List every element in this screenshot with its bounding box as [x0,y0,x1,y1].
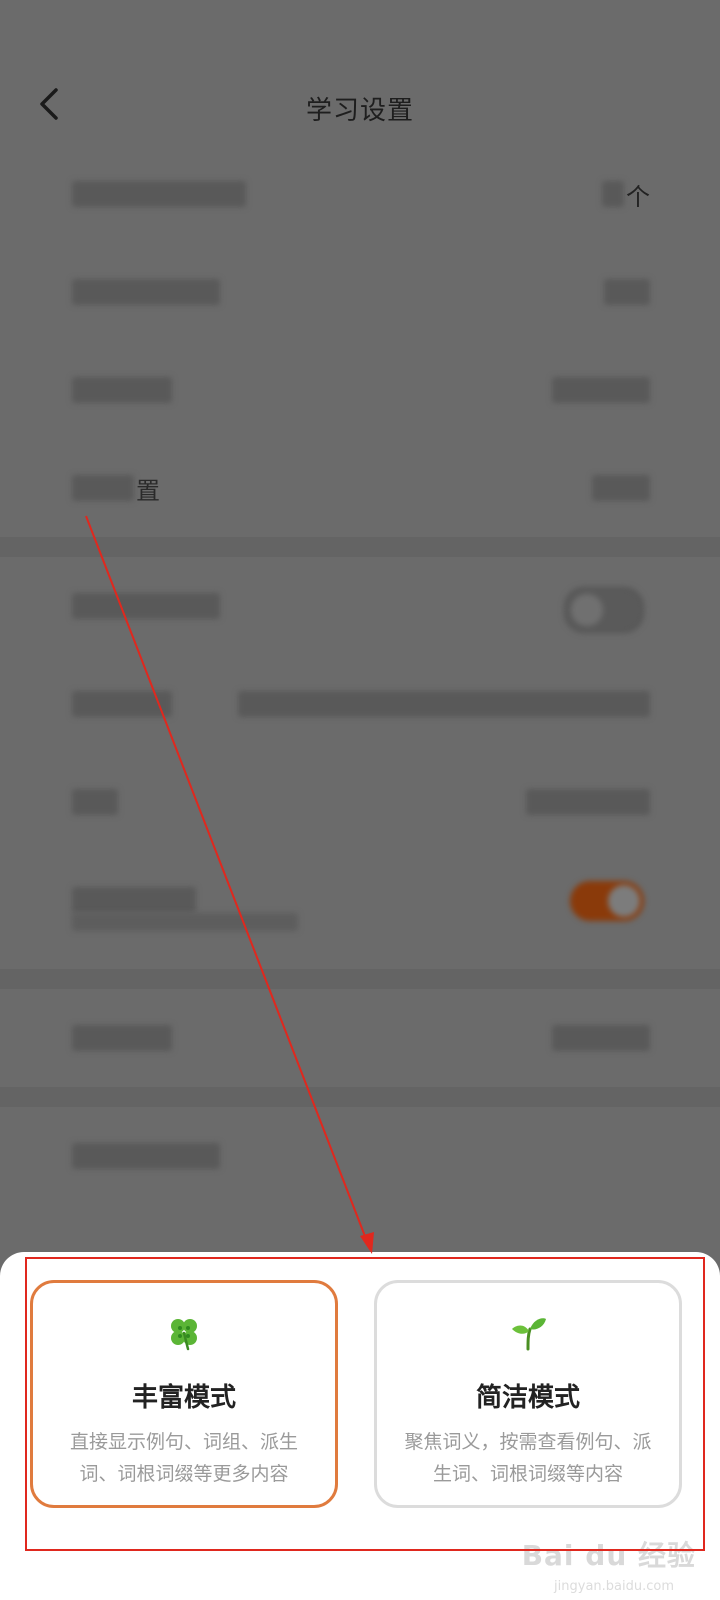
setting-label-fragment: 置 [136,477,160,505]
setting-value-blurred [604,279,650,305]
setting-sublabel-blurred [72,913,298,931]
setting-label-blurred [72,887,196,913]
setting-label-blurred [72,279,220,305]
setting-value-blurred [238,691,650,717]
setting-unit: 个 [626,183,650,211]
setting-row[interactable] [0,341,720,439]
setting-value-blurred [552,377,650,403]
rich-mode-description: 直接显示例句、词组、派生词、词根词缀等更多内容 [69,1431,298,1485]
setting-label-blurred [72,475,134,501]
section-divider [0,969,720,989]
setting-row[interactable] [0,557,720,655]
clover-icon [171,1319,197,1351]
sprout-icon [512,1318,546,1351]
setting-row[interactable]: 置 [0,439,720,537]
simple-mode-card[interactable]: 简洁模式 聚焦词义，按需查看例句、派生词、词根词缀等内容 [374,1280,682,1508]
setting-label-blurred [72,1143,220,1169]
setting-value-blurred [552,1025,650,1051]
toggle-switch-off[interactable] [564,587,644,633]
watermark-logo: Bai du 经验 [521,1539,696,1572]
rich-mode-card[interactable]: 丰富模式 直接显示例句、词组、派生词、词根词缀等更多内容 [30,1280,338,1508]
setting-row[interactable] [0,1107,720,1205]
setting-value-blurred [592,475,650,501]
section-divider [0,537,720,557]
setting-label-blurred [72,789,118,815]
setting-label-blurred [72,1025,172,1051]
setting-label-blurred [72,593,220,619]
setting-row[interactable] [0,243,720,341]
setting-row[interactable] [0,753,720,851]
setting-label-blurred [72,691,172,717]
settings-list: 个 置 [0,145,720,1205]
toggle-switch-on[interactable] [570,881,644,921]
page-title: 学习设置 [305,96,414,126]
watermark-url: jingyan.baidu.com [554,1579,674,1594]
setting-value-blurred [602,181,624,207]
mode-picker-sheet: 丰富模式 直接显示例句、词组、派生词、词根词缀等更多内容 简洁模式 聚焦词义，按… [0,1252,720,1600]
setting-label-blurred [72,377,172,403]
setting-row[interactable] [0,989,720,1087]
setting-value-blurred [526,789,650,815]
simple-mode-description: 聚焦词义，按需查看例句、派生词、词根词缀等内容 [404,1431,652,1485]
rich-mode-title: 丰富模式 [131,1383,236,1413]
setting-label-blurred [72,181,246,207]
section-divider [0,1087,720,1107]
setting-row[interactable] [0,655,720,753]
setting-row[interactable] [0,851,720,969]
setting-row[interactable]: 个 [0,145,720,243]
simple-mode-title: 简洁模式 [475,1383,580,1413]
header: 学习设置 [0,60,720,144]
